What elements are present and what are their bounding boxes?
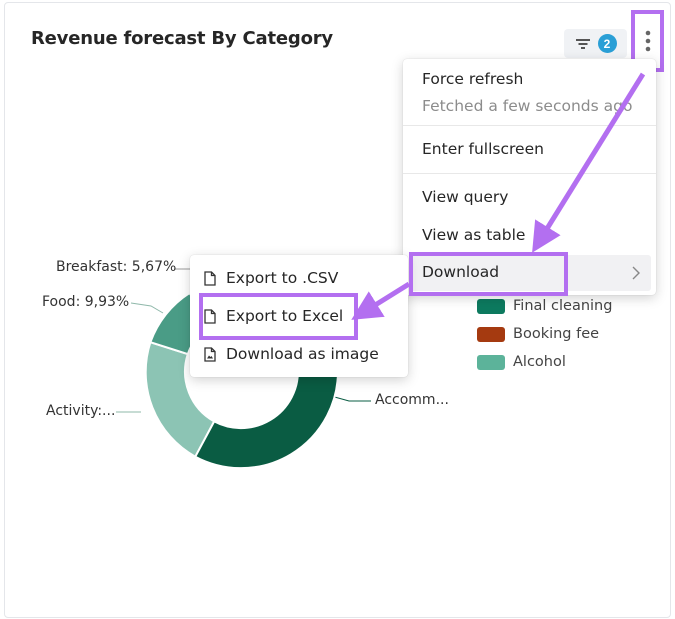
legend-label: Final cleaning (513, 298, 613, 314)
legend-item[interactable]: Final cleaning (477, 298, 612, 314)
leader-line-accommodation (330, 395, 371, 402)
label-activity: Activity:... (46, 403, 116, 419)
menu-item-view-as-table[interactable]: View as table (422, 226, 525, 244)
export-csv-label: Export to .CSV (226, 269, 339, 287)
legend-item[interactable]: Booking fee (477, 326, 599, 342)
menu-item-view-query[interactable]: View query (422, 188, 508, 206)
menu-item-download-image[interactable]: Download as image (204, 342, 379, 366)
menu-item-export-csv[interactable]: Export to .CSV (204, 266, 338, 290)
label-accommodation: Accomm... (375, 392, 449, 408)
menu-item-force-refresh[interactable]: Force refresh (422, 70, 523, 88)
legend-swatch (477, 354, 505, 370)
legend-label: Booking fee (513, 326, 600, 342)
download-highlight-box (409, 252, 568, 296)
slice-accommodation (193, 370, 340, 470)
download-image-label: Download as image (226, 345, 379, 363)
legend-item[interactable]: Alcohol (477, 354, 566, 370)
label-food: Food: 9,93% (42, 294, 130, 310)
file-image-icon (204, 346, 216, 362)
label-breakfast: Breakfast: 5,67% (56, 259, 177, 275)
legend-swatch (477, 298, 505, 314)
menu-item-enter-fullscreen[interactable]: Enter fullscreen (422, 140, 544, 158)
chevron-right-icon (632, 266, 640, 280)
fetched-status-text: Fetched a few seconds ago (422, 97, 633, 115)
vertical-dots-icon (645, 30, 650, 52)
legend-label: Alcohol (513, 354, 566, 370)
export-excel-highlight-box (199, 293, 358, 340)
file-icon (204, 270, 216, 286)
legend-swatch (477, 326, 505, 342)
menu-divider (403, 173, 656, 174)
leader-line-food (130, 302, 164, 314)
menu-divider (403, 125, 656, 126)
